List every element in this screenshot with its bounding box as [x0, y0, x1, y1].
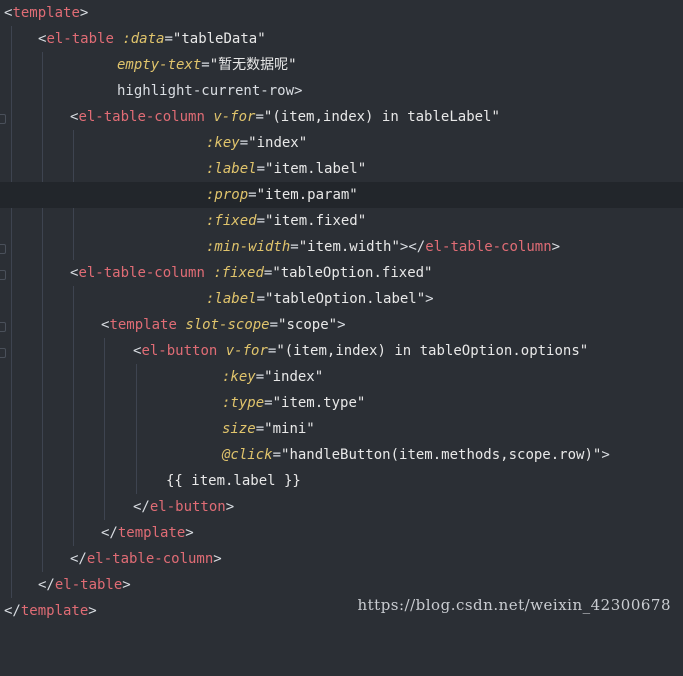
watermark: https://blog.csdn.net/weixin_42300678 [357, 596, 671, 614]
current-code-line[interactable]: :prop="item.param" [0, 182, 683, 208]
code-line-text: :type="item.type" [222, 395, 366, 411]
code-line-text: :key="index" [222, 369, 324, 385]
code-line[interactable]: size="mini" [0, 416, 683, 442]
code-line-text: <template> [4, 5, 89, 21]
code-line-text: </template> [4, 603, 97, 619]
code-line[interactable]: </el-table-column> [0, 546, 683, 572]
code-line[interactable]: <el-table-column :fixed="tableOption.fix… [0, 260, 683, 286]
code-line-text: {{ item.label }} [166, 473, 301, 489]
code-line[interactable]: <template slot-scope="scope"> [0, 312, 683, 338]
code-line-text: :min-width="item.width"></el-table-colum… [206, 239, 561, 255]
code-line[interactable]: <template> [0, 0, 683, 26]
code-line-text: </template> [101, 525, 194, 541]
code-line-text: </el-button> [133, 499, 235, 515]
code-line[interactable]: :label="item.label" [0, 156, 683, 182]
code-line[interactable]: :type="item.type" [0, 390, 683, 416]
code-line[interactable]: highlight-current-row> [0, 78, 683, 104]
code-line-text: highlight-current-row> [117, 83, 303, 99]
code-line-text: </el-table> [38, 577, 131, 593]
code-line[interactable]: :min-width="item.width"></el-table-colum… [0, 234, 683, 260]
code-line[interactable]: :key="index" [0, 130, 683, 156]
code-line[interactable]: </template> [0, 520, 683, 546]
code-line[interactable]: <el-button v-for="(item,index) in tableO… [0, 338, 683, 364]
code-line[interactable]: </el-table> [0, 572, 683, 598]
code-line[interactable]: :key="index" [0, 364, 683, 390]
code-line[interactable]: <el-table :data="tableData" [0, 26, 683, 52]
code-line[interactable]: :fixed="item.fixed" [0, 208, 683, 234]
code-line-text: empty-text="暂无数据呢" [117, 57, 297, 73]
code-line-text: </el-table-column> [70, 551, 222, 567]
code-line[interactable]: <el-table-column v-for="(item,index) in … [0, 104, 683, 130]
code-line-text: @click="handleButton(item.methods,scope.… [222, 447, 610, 463]
code-line-text: :prop="item.param" [206, 187, 358, 203]
code-line[interactable]: :label="tableOption.label"> [0, 286, 683, 312]
code-line-text: <template slot-scope="scope"> [101, 317, 346, 333]
code-line[interactable]: </el-button> [0, 494, 683, 520]
code-line-text: <el-table :data="tableData" [38, 31, 266, 47]
code-line-text: :fixed="item.fixed" [206, 213, 367, 229]
code-line[interactable]: @click="handleButton(item.methods,scope.… [0, 442, 683, 468]
code-editor[interactable]: <template> <el-table :data="tableData" e… [0, 0, 683, 622]
code-line-text: :label="tableOption.label"> [206, 291, 434, 307]
code-line[interactable]: {{ item.label }} [0, 468, 683, 494]
code-line-text: <el-table-column v-for="(item,index) in … [70, 109, 500, 125]
code-line-text: :label="item.label" [206, 161, 367, 177]
code-line-text: <el-table-column :fixed="tableOption.fix… [70, 265, 433, 281]
code-line-text: size="mini" [222, 421, 315, 437]
code-line[interactable]: empty-text="暂无数据呢" [0, 52, 683, 78]
code-line-text: :key="index" [206, 135, 308, 151]
code-line-text: <el-button v-for="(item,index) in tableO… [133, 343, 589, 359]
